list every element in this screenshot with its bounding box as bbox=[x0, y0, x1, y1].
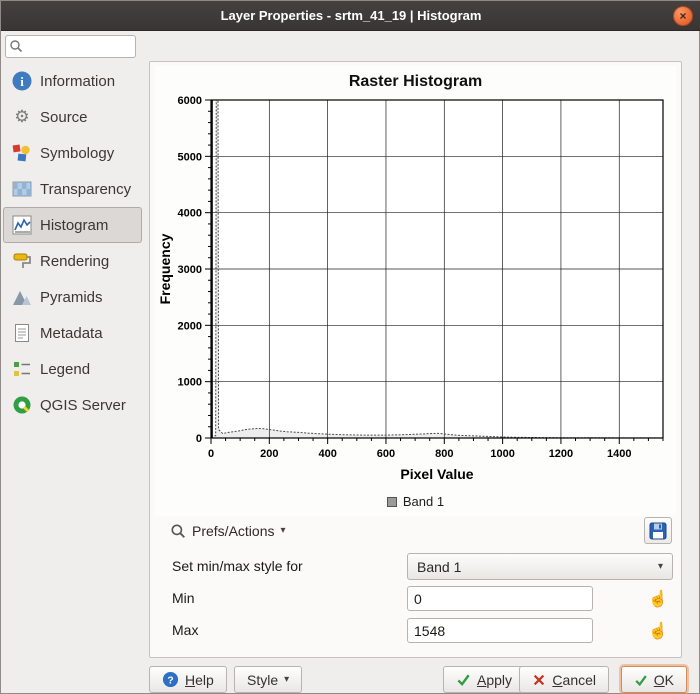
chevron-down-icon: ▾ bbox=[658, 561, 663, 572]
source-icon: ⚙ bbox=[11, 106, 33, 128]
cancel-button[interactable]: Cancel bbox=[519, 666, 609, 693]
metadata-icon bbox=[11, 322, 33, 344]
legend-swatch bbox=[387, 497, 397, 507]
sidebar-item-metadata[interactable]: Metadata bbox=[3, 315, 142, 351]
sidebar-item-label: Information bbox=[40, 73, 115, 90]
svg-text:800: 800 bbox=[435, 448, 453, 460]
sidebar-item-label: Transparency bbox=[40, 181, 131, 198]
style-label: Style bbox=[247, 672, 278, 688]
pyramids-icon bbox=[11, 286, 33, 308]
svg-text:0: 0 bbox=[208, 448, 214, 460]
search-input[interactable] bbox=[5, 35, 136, 58]
chevron-down-icon: ▾ bbox=[280, 525, 285, 536]
svg-text:600: 600 bbox=[377, 448, 395, 460]
min-label: Min bbox=[172, 585, 195, 612]
svg-text:6000: 6000 bbox=[178, 95, 202, 107]
histogram-panel: Raster Histogram 0 200 400 600 800 1000 1200 14… bbox=[149, 61, 682, 658]
svg-text:4000: 4000 bbox=[178, 208, 202, 220]
svg-text:0: 0 bbox=[196, 433, 202, 445]
svg-text:?: ? bbox=[167, 675, 173, 686]
sidebar-item-source[interactable]: ⚙ Source bbox=[3, 99, 142, 135]
help-icon: ? bbox=[162, 671, 179, 688]
sidebar-item-label: Pyramids bbox=[40, 289, 103, 306]
sidebar-item-label: Rendering bbox=[40, 253, 109, 270]
sidebar-item-pyramids[interactable]: Pyramids bbox=[3, 279, 142, 315]
band-select-value: Band 1 bbox=[417, 559, 461, 575]
sidebar-item-label: Histogram bbox=[40, 217, 108, 234]
svg-text:3000: 3000 bbox=[178, 264, 202, 276]
svg-text:2000: 2000 bbox=[178, 320, 202, 332]
sidebar-item-label: Metadata bbox=[40, 325, 103, 342]
x-icon bbox=[532, 673, 546, 687]
legend-icon bbox=[11, 358, 33, 380]
max-input[interactable] bbox=[407, 618, 593, 643]
magnifier-icon bbox=[170, 523, 186, 539]
svg-text:i: i bbox=[20, 74, 24, 89]
close-button[interactable]: × bbox=[673, 6, 693, 26]
prefs-actions-button[interactable]: Prefs/Actions ▾ bbox=[162, 517, 294, 544]
sidebar-search bbox=[5, 35, 136, 58]
sidebar-item-information[interactable]: i Information bbox=[3, 63, 142, 99]
qgis-server-icon bbox=[11, 394, 33, 416]
check-icon bbox=[456, 672, 471, 687]
svg-text:1400: 1400 bbox=[607, 448, 631, 460]
save-icon bbox=[648, 521, 668, 541]
svg-text:Frequency: Frequency bbox=[157, 233, 173, 304]
cancel-label: Cancel bbox=[552, 672, 596, 688]
sidebar-item-transparency[interactable]: Transparency bbox=[3, 171, 142, 207]
histogram-icon bbox=[11, 214, 33, 236]
min-input[interactable] bbox=[407, 586, 593, 611]
window-title: Layer Properties - srtm_41_19 | Histogra… bbox=[221, 8, 482, 23]
check-icon bbox=[634, 673, 648, 687]
apply-button[interactable]: Apply bbox=[443, 666, 525, 693]
sidebar-item-rendering[interactable]: Rendering bbox=[3, 243, 142, 279]
sidebar-item-legend[interactable]: Legend bbox=[3, 351, 142, 387]
help-button[interactable]: ? Help bbox=[149, 666, 227, 693]
titlebar: Layer Properties - srtm_41_19 | Histogra… bbox=[1, 1, 700, 31]
rendering-icon bbox=[11, 250, 33, 272]
sidebar-item-qgis-server[interactable]: QGIS Server bbox=[3, 387, 142, 423]
chart-title: Raster Histogram bbox=[155, 66, 676, 91]
svg-text:1000: 1000 bbox=[490, 448, 514, 460]
style-button[interactable]: Style ▾ bbox=[234, 666, 302, 693]
sidebar-item-symbology[interactable]: Symbology bbox=[3, 135, 142, 171]
chart-legend: Band 1 bbox=[155, 494, 676, 509]
ok-label: OK bbox=[654, 672, 674, 688]
svg-text:200: 200 bbox=[260, 448, 278, 460]
sidebar-item-label: Legend bbox=[40, 361, 90, 378]
svg-text:Pixel Value: Pixel Value bbox=[400, 466, 473, 482]
sidebar-item-label: QGIS Server bbox=[40, 397, 126, 414]
svg-text:400: 400 bbox=[318, 448, 336, 460]
help-label: Help bbox=[185, 672, 214, 688]
svg-text:5000: 5000 bbox=[178, 151, 202, 163]
save-histogram-button[interactable] bbox=[644, 517, 672, 544]
raster-histogram-chart: Raster Histogram 0 200 400 600 800 1000 1200 14… bbox=[155, 66, 676, 516]
set-min-button[interactable]: ☝ bbox=[646, 586, 670, 611]
sidebar-item-histogram[interactable]: Histogram bbox=[3, 207, 142, 243]
svg-text:1200: 1200 bbox=[549, 448, 573, 460]
close-icon: × bbox=[679, 9, 686, 23]
hand-pointer-icon: ☝ bbox=[648, 589, 668, 609]
sidebar-item-label: Symbology bbox=[40, 145, 114, 162]
set-minmax-label: Set min/max style for bbox=[172, 553, 303, 580]
sidebar-item-label: Source bbox=[40, 109, 88, 126]
apply-label: Apply bbox=[477, 672, 512, 688]
chevron-down-icon: ▾ bbox=[284, 674, 289, 685]
band-select[interactable]: Band 1 ▾ bbox=[407, 553, 673, 580]
ok-button[interactable]: OK bbox=[621, 666, 687, 693]
max-label: Max bbox=[172, 617, 198, 644]
information-icon: i bbox=[11, 70, 33, 92]
sidebar: i Information ⚙ Source Symbology Transpa… bbox=[1, 63, 144, 423]
hand-pointer-icon: ☝ bbox=[648, 621, 668, 641]
histogram-chart-svg[interactable]: 0 200 400 600 800 1000 1200 1400 0 1000 2000 3000 40… bbox=[155, 92, 676, 492]
svg-text:1000: 1000 bbox=[178, 377, 202, 389]
prefs-actions-label: Prefs/Actions bbox=[192, 523, 274, 539]
transparency-icon bbox=[11, 178, 33, 200]
symbology-icon bbox=[11, 142, 33, 164]
legend-label: Band 1 bbox=[403, 494, 444, 509]
set-max-button[interactable]: ☝ bbox=[646, 618, 670, 643]
